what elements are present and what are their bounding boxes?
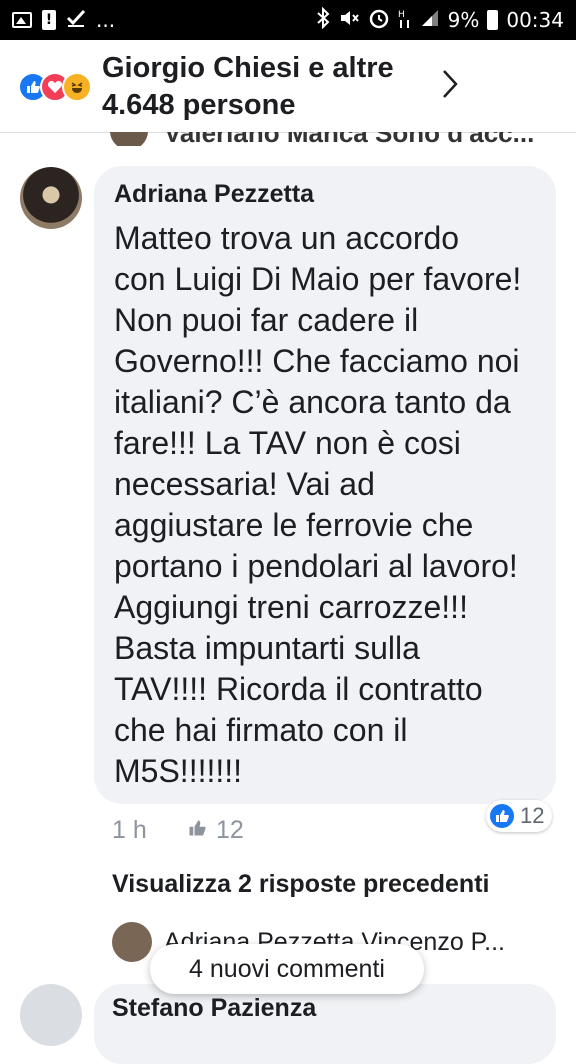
view-previous-replies-link[interactable]: Visualizza 2 risposte precedenti (112, 870, 489, 899)
status-bar: ! ... H 9% 00:34 (0, 0, 576, 40)
comment-bubble[interactable]: Adriana Pezzetta Matteo trova un accordo… (94, 166, 556, 804)
comment-author-avatar[interactable] (20, 167, 82, 229)
reactions-header[interactable]: Giorgio Chiesi e altre 4.648 persone (0, 40, 576, 133)
status-bar-system: H 9% 00:34 (316, 6, 576, 34)
checkmark-icon (66, 8, 86, 33)
comment-timestamp: 1 h (112, 816, 147, 844)
comment-meta-row: 1 h 12 (112, 816, 244, 845)
comment-text: Matteo trova un accordo con Luigi Di Mai… (114, 220, 522, 789)
bluetooth-icon (316, 6, 330, 34)
comment-reaction-count[interactable]: 12 (486, 800, 552, 832)
battery-icon (487, 10, 499, 30)
avatar (110, 132, 148, 146)
battery-percent: 9% (447, 8, 480, 32)
alarm-icon (368, 7, 390, 34)
alert-icon: ! (42, 10, 56, 30)
signal-icon (420, 8, 440, 33)
next-comment-avatar[interactable] (20, 984, 82, 1046)
comment-author-name[interactable]: Adriana Pezzetta (114, 180, 314, 209)
status-bar-notifications: ! ... (0, 8, 115, 33)
next-comment-bubble[interactable]: Stefano Pazienza (94, 984, 556, 1064)
gallery-icon (12, 12, 32, 28)
like-button[interactable]: 12 (186, 816, 244, 845)
like-count: 12 (216, 816, 244, 844)
new-comments-button[interactable]: 4 nuovi commenti (150, 944, 424, 994)
cut-off-reply-text: Valeriano Manca Sono d'acc... (164, 132, 534, 146)
chevron-right-icon[interactable] (440, 68, 460, 105)
mute-icon (338, 8, 360, 33)
cut-off-reply: Valeriano Manca Sono d'acc... (110, 132, 550, 146)
svg-text:H: H (398, 10, 405, 20)
reactions-summary-title: Giorgio Chiesi e altre 4.648 persone (102, 52, 394, 121)
reaction-icons (18, 72, 96, 102)
reaction-count-text: 12 (520, 803, 545, 828)
more-notifications-text: ... (96, 8, 116, 32)
like-icon (490, 804, 514, 828)
thumbs-up-icon (186, 816, 208, 845)
next-comment-author-name[interactable]: Stefano Pazienza (112, 994, 316, 1023)
clock: 00:34 (506, 8, 564, 32)
data-icon: H (398, 7, 412, 34)
haha-icon (62, 72, 92, 102)
reply-author-avatar (112, 922, 152, 962)
